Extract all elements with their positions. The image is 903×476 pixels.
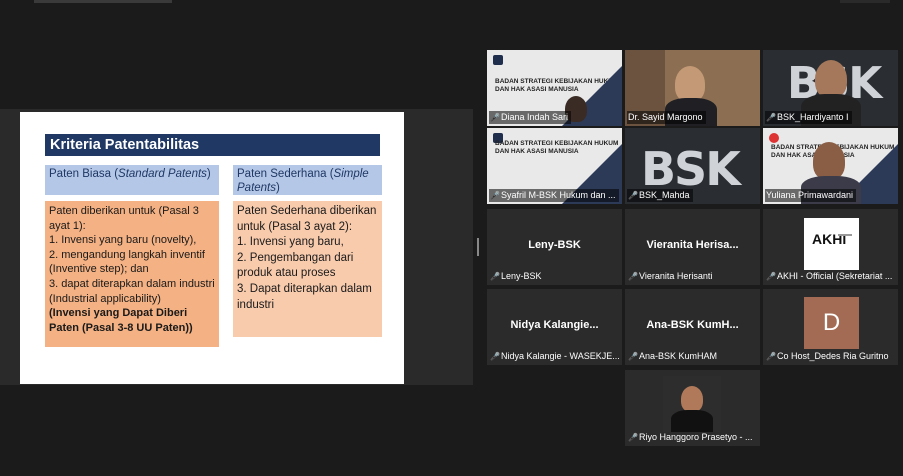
participant-name: Yuliana Primawardani	[765, 189, 857, 202]
criteria-line: 1. Invensi yang baru (novelty),	[49, 234, 197, 247]
criteria-line: Paten diberikan untuk (Pasal 3 ayat 1):	[49, 205, 199, 232]
video-tile[interactable]: Dr. Sayid Margono	[625, 50, 760, 126]
criteria-line: 1. Invensi yang baru,	[237, 236, 344, 249]
participant-avatar: D	[804, 297, 859, 349]
participant-video	[675, 66, 705, 102]
participant-name: Dr. Sayid Margono	[627, 111, 706, 124]
mic-muted-icon: 🎤	[490, 272, 500, 281]
criteria-line: 2. Pengembangan dari produk atau proses	[237, 251, 354, 280]
criteria-line: Paten Sederhana diberikan untuk (Pasal 3…	[237, 205, 377, 233]
participant-name: 🎤 Co Host_Dedes Ria Guritno	[766, 351, 889, 361]
criteria-line: 3. Dapat diterapkan dalam industri	[237, 282, 372, 311]
participant-video	[815, 60, 847, 98]
simple-patents-criteria: Paten Sederhana diberikan untuk (Pasal 3…	[233, 201, 382, 337]
top-toolbar-strip	[34, 0, 172, 3]
participant-name: 🎤 Nidya Kalangie - WASEKJE...	[490, 351, 620, 361]
slide-title: Kriteria Patentabilitas	[45, 134, 380, 156]
participant-video	[813, 142, 845, 180]
video-tile[interactable]: Ana-BSK KumH... 🎤 Ana-BSK KumHAM	[625, 289, 760, 365]
participant-name: 🎤 Syafril M-BSK Hukum dan ...	[489, 189, 619, 202]
mic-muted-icon: 🎤	[628, 272, 638, 281]
background-bsk-text: BSK	[641, 142, 741, 196]
mic-muted-icon: 🎤	[766, 113, 776, 122]
mic-muted-icon: 🎤	[628, 352, 638, 361]
header-text: Paten Biasa (	[49, 168, 119, 180]
participant-name: 🎤 Ana-BSK KumHAM	[628, 351, 718, 361]
standard-patents-criteria: Paten diberikan untuk (Pasal 3 ayat 1): …	[45, 201, 219, 347]
video-tile[interactable]: BSK 🎤BSK_Hardiyanto I	[763, 50, 898, 126]
video-tile[interactable]: Leny-BSK 🎤 Leny-BSK	[487, 209, 622, 285]
participant-body	[671, 410, 713, 432]
akhi-logo: AKHI	[804, 218, 859, 270]
shared-screen: Kriteria Patentabilitas Paten Biasa (Sta…	[0, 109, 473, 385]
simple-patents-header: Paten Sederhana (Simple Patents)	[233, 165, 382, 195]
participant-name: 🎤 Vieranita Herisanti	[628, 271, 713, 281]
participant-name: 🎤 Riyo Hanggoro Prasetyo - ...	[628, 432, 753, 442]
mic-muted-icon: 🎤	[766, 352, 776, 361]
mic-muted-icon: 🎤	[490, 113, 500, 122]
video-tile[interactable]: 🎤 Riyo Hanggoro Prasetyo - ...	[625, 370, 760, 446]
criteria-line: 2. mengandung langkah inventif (Inventiv…	[49, 248, 205, 276]
video-tile[interactable]: BSK 🎤 BSK_Mahda	[625, 128, 760, 204]
mic-muted-icon: 🎤	[628, 433, 638, 442]
header-italic: Standard Patents	[118, 168, 207, 180]
participant-name: 🎤 BSK_Mahda	[627, 189, 693, 202]
mic-muted-icon: 🎤	[628, 191, 638, 200]
participant-display-name: Nidya Kalangie...	[510, 319, 599, 331]
mic-muted-icon: 🎤	[490, 352, 500, 361]
participant-name: 🎤 BSK_Hardiyanto I	[765, 111, 852, 124]
participant-photo	[663, 376, 721, 432]
participant-name: 🎤 Leny-BSK	[490, 271, 542, 281]
header-text: Paten Sederhana (	[237, 168, 334, 180]
ministry-logo	[769, 133, 779, 143]
criteria-note: (Invensi yang Dapat Diberi Paten (Pasal …	[49, 307, 193, 334]
panel-resize-handle[interactable]	[477, 238, 479, 256]
participant-display-name: Leny-BSK	[528, 239, 581, 251]
participant-name: 🎤 AKHI - Official (Sekretariat ...	[766, 271, 893, 281]
standard-patents-header: Paten Biasa (Standard Patents)	[45, 165, 219, 195]
video-tile[interactable]: D 🎤 Co Host_Dedes Ria Guritno	[763, 289, 898, 365]
header-close: )	[206, 168, 211, 180]
criteria-line: 3. dapat diterapkan dalam industri (Indu…	[49, 277, 215, 305]
video-tile[interactable]: Nidya Kalangie... 🎤 Nidya Kalangie - WASE…	[487, 289, 622, 365]
header-close: )	[276, 182, 280, 194]
mic-muted-icon: 🎤	[490, 191, 500, 200]
mic-muted-icon: 🎤	[766, 272, 776, 281]
participant-display-name: Ana-BSK KumH...	[646, 319, 739, 331]
video-tile[interactable]: BADAN STRATEGI KEBIJAKAN HUKUM DAN HAK A…	[487, 50, 622, 126]
video-tile[interactable]: AKHI 🎤 AKHI - Official (Sekretariat ...	[763, 209, 898, 285]
participant-name: 🎤 Diana Indah Sari	[489, 111, 572, 124]
top-right-strip	[840, 0, 890, 3]
video-tile[interactable]: BADAN STRATEGI KEBIJAKAN HUKUM DAN HAK A…	[487, 128, 622, 204]
participant-display-name: Vieranita Herisa...	[646, 239, 739, 251]
participant-face	[681, 386, 703, 412]
ministry-logo	[493, 55, 503, 65]
video-tile[interactable]: Vieranita Herisa... 🎤 Vieranita Herisanti	[625, 209, 760, 285]
video-tile-speaking[interactable]: BADAN STRATEGI KEBIJAKAN HUKUM DAN HAK A…	[763, 128, 898, 204]
presentation-slide: Kriteria Patentabilitas Paten Biasa (Sta…	[20, 112, 404, 384]
